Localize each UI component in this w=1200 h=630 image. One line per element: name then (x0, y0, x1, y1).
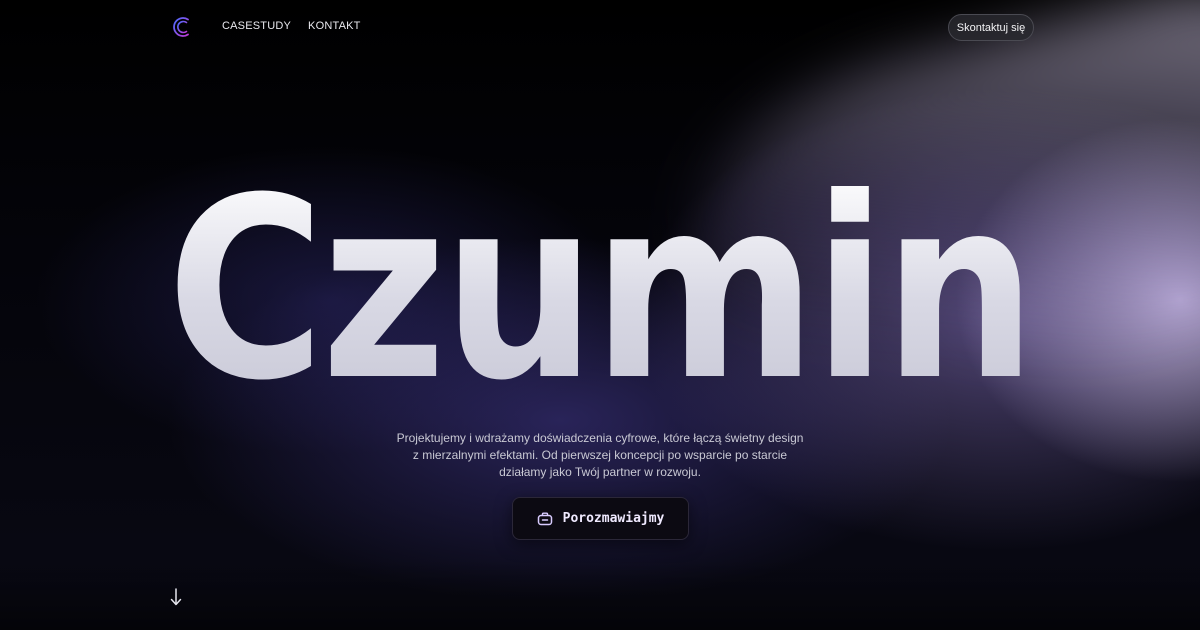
hero-description-line: Projektujemy i wdrażamy doświadczenia cy… (396, 431, 804, 445)
talk-button-label: Porozmawiajmy (562, 511, 665, 526)
hero-title: Czumin (84, 165, 1116, 415)
hero-description-line: działamy jako Twój partner w rozwoju. (499, 465, 701, 479)
nav-item-casestudy[interactable]: CASESTUDY (222, 20, 291, 32)
site-header: CASESTUDY KONTAKT Skontaktuj się (0, 0, 1200, 56)
main-nav: CASESTUDY KONTAKT (222, 20, 361, 32)
talk-button[interactable]: Porozmawiajmy (512, 497, 689, 540)
contact-button[interactable]: Skontaktuj się (948, 14, 1034, 41)
chat-bubble-icon (537, 512, 552, 525)
crescent-c-logo-icon[interactable] (172, 16, 194, 38)
nav-item-kontakt[interactable]: KONTAKT (308, 20, 361, 32)
hero-description: Projektujemy i wdrażamy doświadczenia cy… (380, 430, 820, 481)
arrow-down-icon[interactable] (168, 586, 184, 608)
hero-description-line: z mierzalnymi efektami. Od pierwszej kon… (412, 448, 788, 462)
